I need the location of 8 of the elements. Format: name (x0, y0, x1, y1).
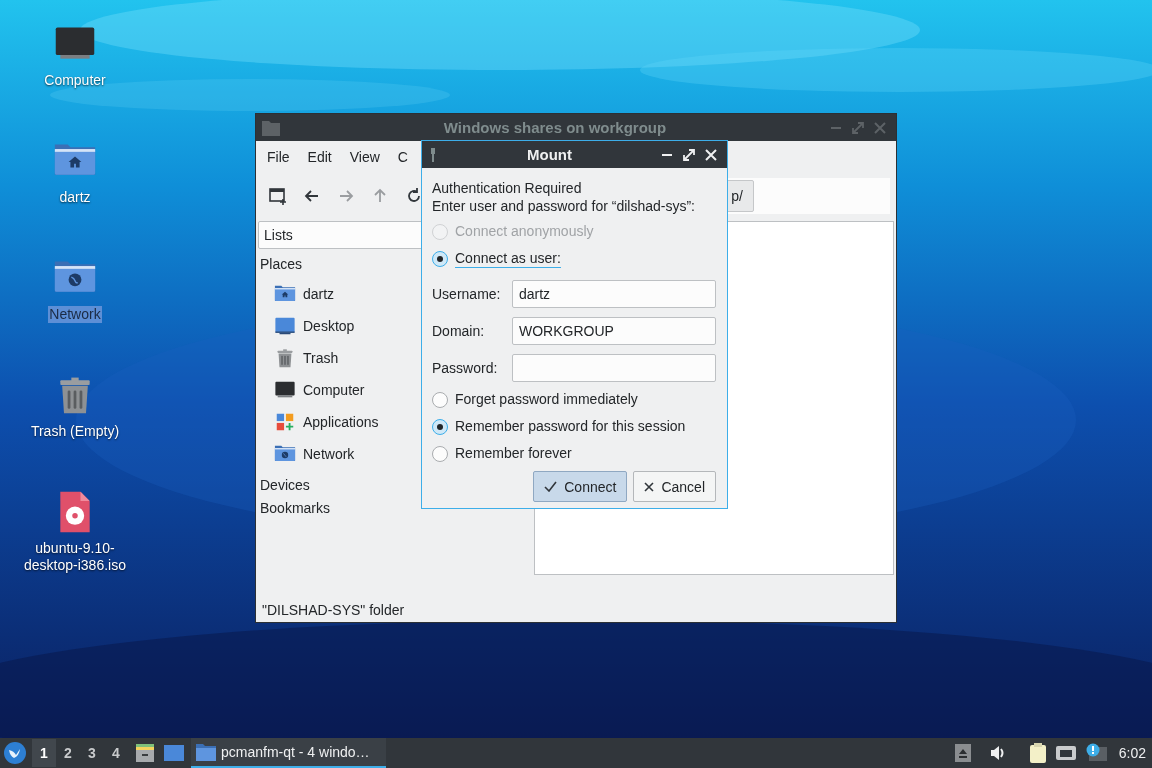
window-title: Windows shares on workgroup (442, 119, 668, 136)
field-label: Domain: (432, 322, 486, 339)
field-label: Password: (432, 359, 499, 376)
dialog-title: Mount (526, 146, 573, 163)
status-text: "DILSHAD-SYS" folder (261, 601, 406, 620)
dialog-heading: Authentication Required (432, 179, 583, 197)
field-label: Username: (432, 285, 502, 302)
dialog-prompt: Enter user and password for “dilshad-sys”: (432, 197, 696, 215)
